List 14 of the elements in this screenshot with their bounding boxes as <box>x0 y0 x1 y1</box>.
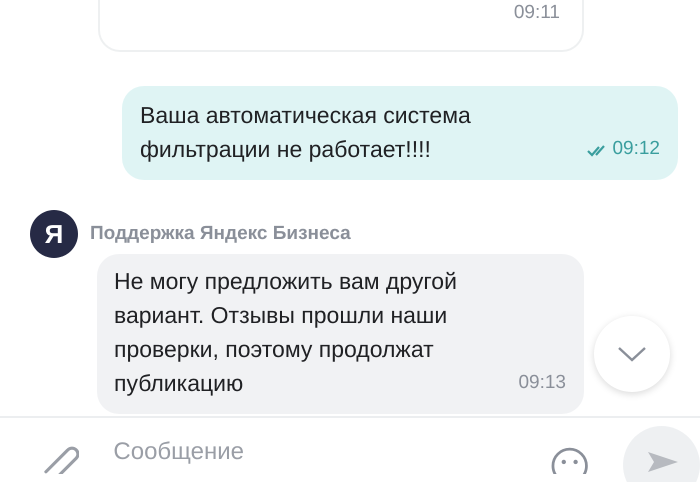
message-text: публикацию <box>114 369 244 398</box>
message-text: вариант. Отзывы прошли наши <box>114 301 448 330</box>
message-text: проверки, поэтому продолжат <box>114 335 434 364</box>
message-input[interactable]: Сообщение <box>113 438 488 466</box>
avatar-logo: Я <box>30 210 78 258</box>
message-text: Ваша автоматическая система <box>140 101 471 130</box>
chevron-down-icon <box>617 346 647 362</box>
message-text: фильтрации не работает!!!! <box>140 135 431 164</box>
sender-name: Поддержка Яндекс Бизнеса <box>90 223 351 245</box>
send-button[interactable] <box>623 426 700 482</box>
message-time: 09:13 <box>518 371 566 395</box>
message-text: Не могу предложить вам другой <box>114 267 457 296</box>
message-time: 09:11 <box>514 2 560 24</box>
message-time: 09:12 <box>612 137 660 161</box>
